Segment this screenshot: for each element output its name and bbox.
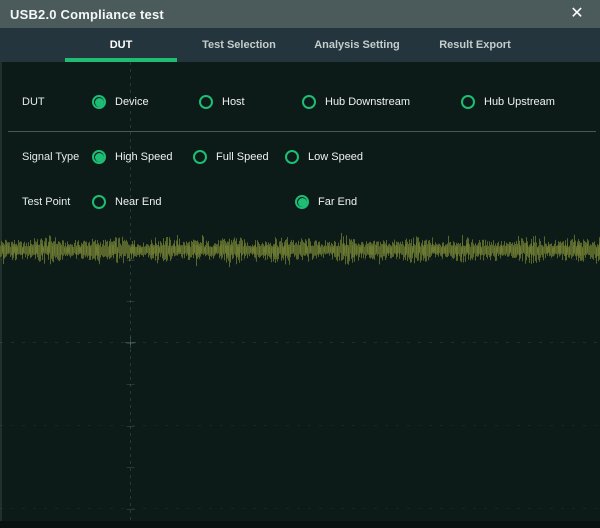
radio-selected-icon	[92, 150, 106, 164]
radio-option-device[interactable]: Device	[92, 95, 149, 109]
radio-option-hub-downstream[interactable]: Hub Downstream	[302, 95, 410, 109]
radio-unselected-icon	[199, 95, 213, 109]
radio-unselected-icon	[285, 150, 299, 164]
dialog-title: USB2.0 Compliance test	[10, 7, 164, 22]
radio-label: Hub Downstream	[325, 96, 410, 108]
form-row-signal-type: Signal Type High Speed Full Speed Low Speed	[0, 137, 600, 177]
form-row-dut: DUT Device Host Hub Downstream Hub Upstream	[0, 82, 600, 122]
radio-option-hub-upstream[interactable]: Hub Upstream	[461, 95, 555, 109]
radio-unselected-icon	[461, 95, 475, 109]
dialog-body: DUT Device Host Hub Downstream Hub Upstream S…	[0, 62, 600, 528]
row-label-test-point: Test Point	[22, 196, 70, 208]
radio-label: Device	[115, 96, 149, 108]
radio-label: Near End	[115, 196, 161, 208]
usb-compliance-dialog: USB2.0 Compliance test ✕ DUTTest Selecti…	[0, 0, 600, 528]
radio-label: High Speed	[115, 151, 173, 163]
section-divider	[8, 131, 596, 132]
radio-label: Host	[222, 96, 245, 108]
radio-option-high-speed[interactable]: High Speed	[92, 150, 173, 164]
title-bar: USB2.0 Compliance test ✕	[0, 0, 600, 28]
radio-option-near-end[interactable]: Near End	[92, 195, 161, 209]
graticule-center-marker	[125, 337, 136, 348]
radio-unselected-icon	[193, 150, 207, 164]
row-label-signal-type: Signal Type	[22, 151, 79, 163]
radio-label: Hub Upstream	[484, 96, 555, 108]
radio-option-low-speed[interactable]: Low Speed	[285, 150, 363, 164]
trigger-line-ticks	[127, 225, 135, 510]
tab-bar: DUTTest SelectionAnalysis SettingResult …	[0, 28, 600, 62]
radio-label: Far End	[318, 196, 357, 208]
form-row-test-point: Test Point Near End Far End	[0, 182, 600, 222]
radio-selected-icon	[92, 95, 106, 109]
tab-dut[interactable]: DUT	[62, 28, 180, 62]
radio-label: Full Speed	[216, 151, 269, 163]
radio-option-far-end[interactable]: Far End	[295, 195, 357, 209]
row-label-dut: DUT	[22, 96, 45, 108]
radio-option-full-speed[interactable]: Full Speed	[193, 150, 269, 164]
tab-result-export[interactable]: Result Export	[416, 28, 534, 62]
radio-label: Low Speed	[308, 151, 363, 163]
radio-unselected-icon	[92, 195, 106, 209]
tab-test-selection[interactable]: Test Selection	[180, 28, 298, 62]
radio-option-host[interactable]: Host	[199, 95, 245, 109]
tab-analysis-setting[interactable]: Analysis Setting	[298, 28, 416, 62]
close-icon[interactable]: ✕	[564, 6, 590, 22]
radio-unselected-icon	[302, 95, 316, 109]
bottom-strip	[0, 521, 600, 528]
scope-display	[0, 225, 600, 528]
radio-selected-icon	[295, 195, 309, 209]
